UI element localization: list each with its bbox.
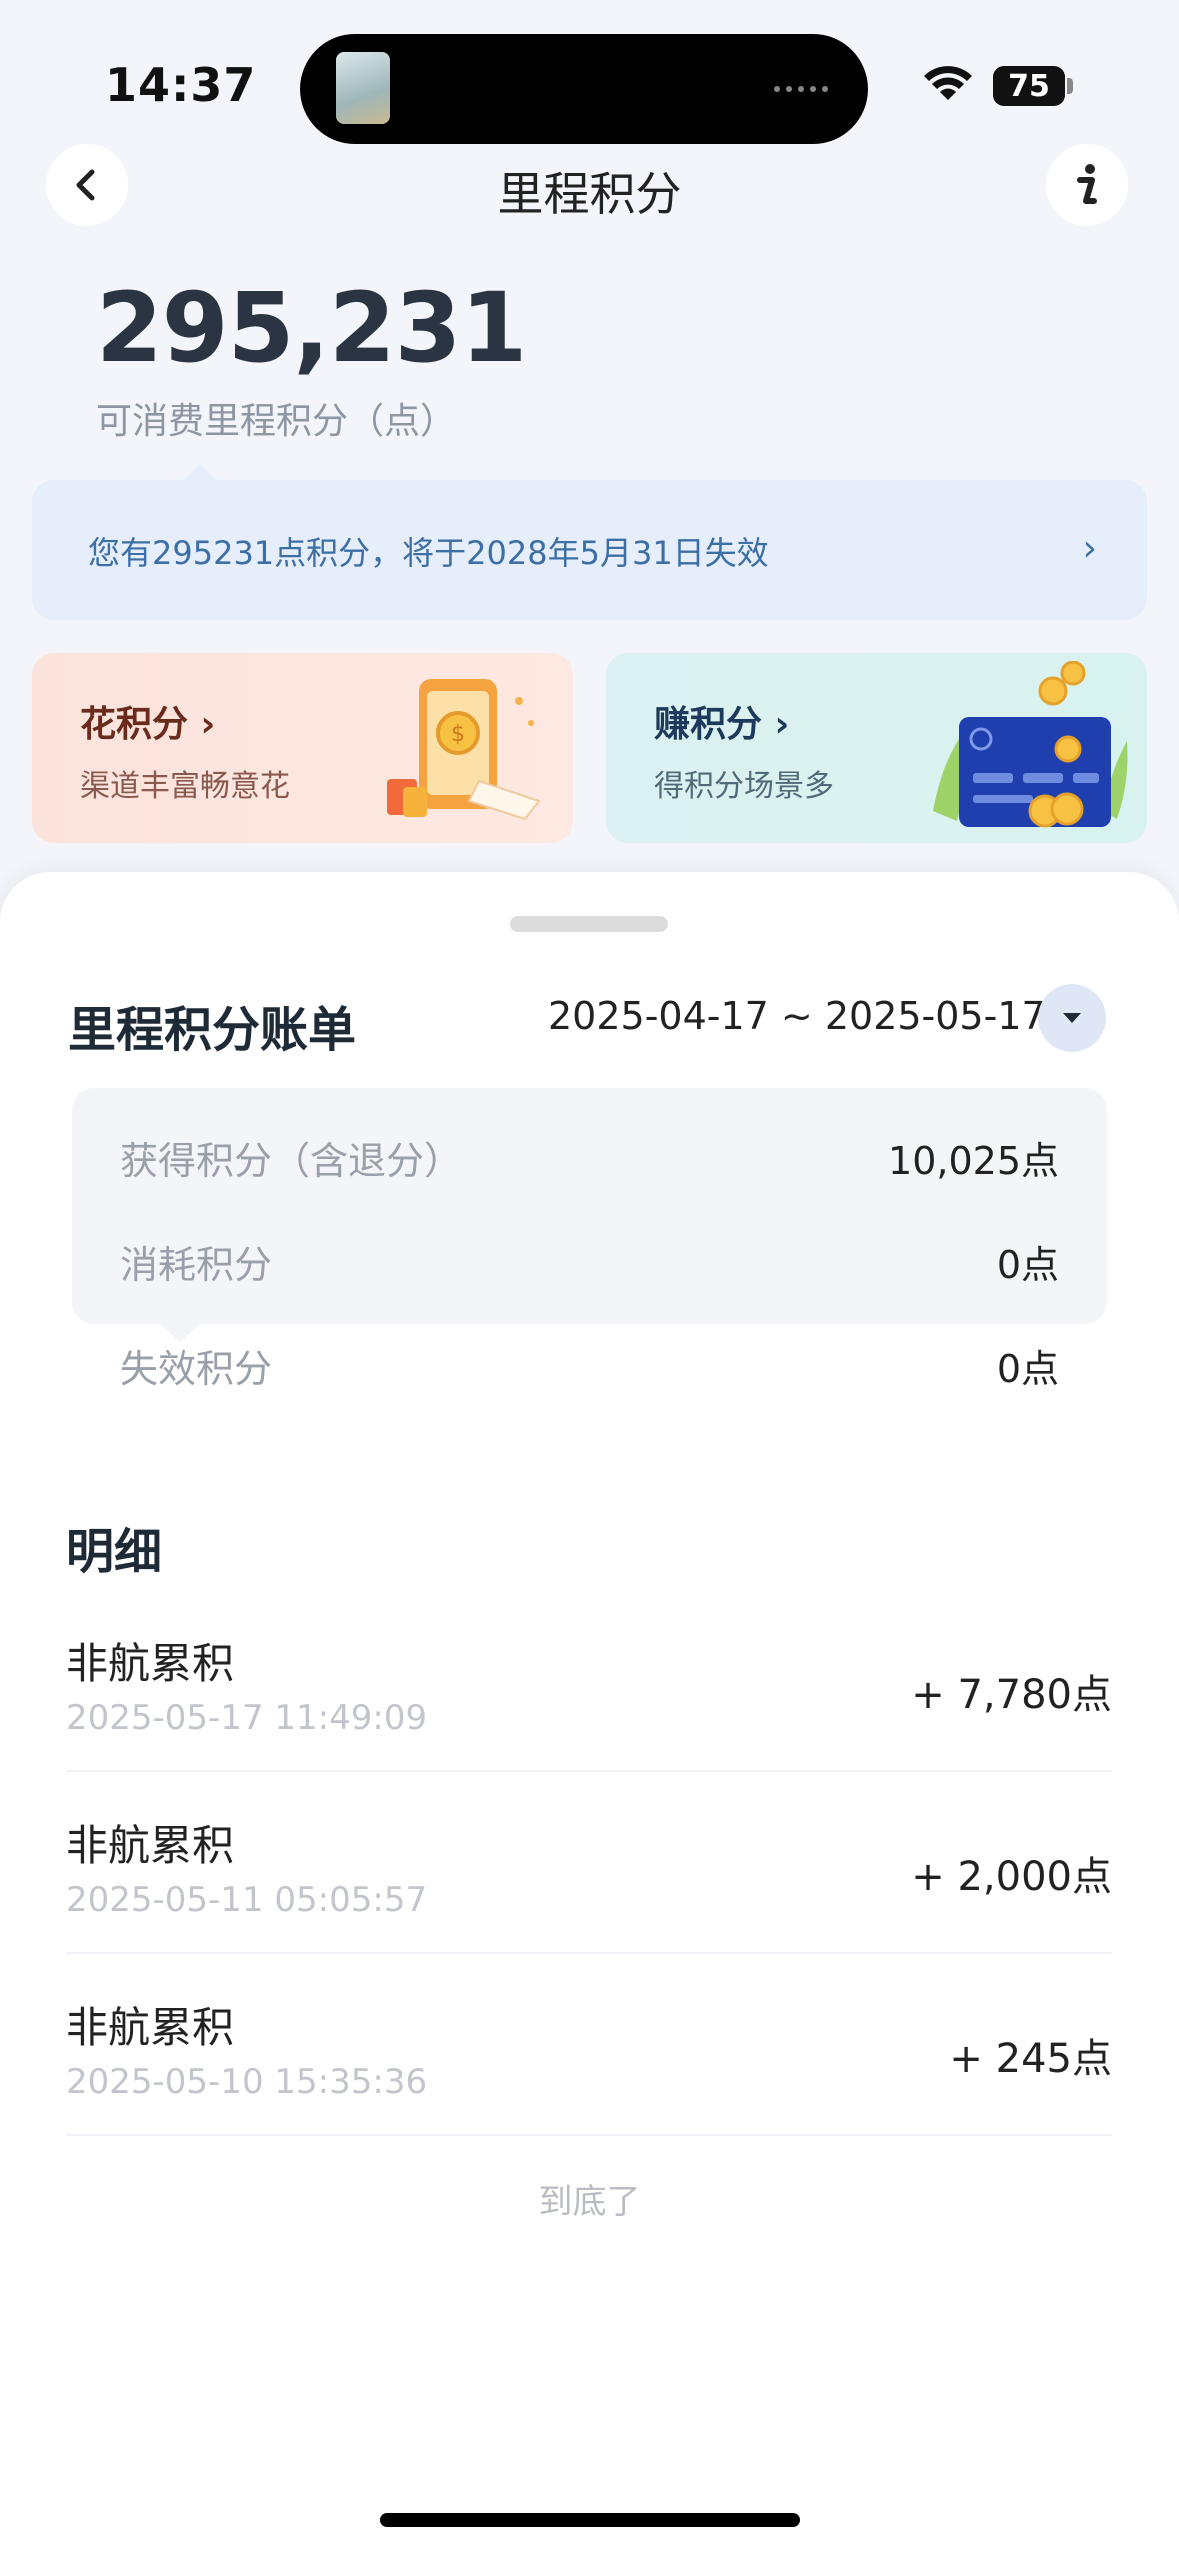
chevron-right-icon: › xyxy=(1082,528,1097,569)
date-range-label[interactable]: 2025-04-17 ~ 2025-05-17 xyxy=(548,994,1046,1038)
transaction-time: 2025-05-10 15:35:36 xyxy=(66,2062,428,2102)
bill-summary: 获得积分（含退分） 10,025点 消耗积分 0点 失效积分 0点 xyxy=(72,1088,1107,1391)
transaction-time: 2025-05-11 05:05:57 xyxy=(66,1880,428,1920)
shopping-phone-illustration: $ xyxy=(387,679,541,821)
sheet-drag-handle[interactable] xyxy=(510,916,668,932)
credit-card-coins-illustration xyxy=(933,661,1128,828)
transaction-amount: + 245点 xyxy=(949,2036,1112,2082)
transaction-row[interactable]: 非航累积 2025-05-10 15:35:36 + 245点 xyxy=(66,1954,1112,2136)
battery-tip xyxy=(1067,78,1073,94)
transaction-amount: + 2,000点 xyxy=(911,1854,1112,1900)
earn-points-subtitle: 得积分场景多 xyxy=(654,769,834,804)
spend-points-subtitle: 渠道丰富畅意花 xyxy=(80,769,290,804)
bill-title: 里程积分账单 xyxy=(68,1002,357,1058)
info-button[interactable] xyxy=(1046,144,1128,226)
summary-pointer xyxy=(160,1324,200,1342)
summary-row-earned: 获得积分（含退分） 10,025点 xyxy=(120,1130,1059,1190)
spend-points-title: 花积分 › xyxy=(80,704,216,745)
home-indicator[interactable] xyxy=(380,2513,800,2527)
earn-points-card[interactable]: 赚积分 › 得积分场景多 xyxy=(606,653,1147,843)
summary-value: 0点 xyxy=(996,1243,1059,1287)
points-balance: 295,231 xyxy=(96,272,527,384)
end-of-list-note: 到底了 xyxy=(538,2182,641,2222)
wifi-icon xyxy=(924,66,972,100)
summary-row-expired: 失效积分 0点 xyxy=(120,1338,1059,1398)
details-title: 明细 xyxy=(66,1524,163,1580)
spend-points-card[interactable]: 花积分 › 渠道丰富畅意花 $ xyxy=(32,653,573,843)
transaction-amount: + 7,780点 xyxy=(911,1672,1112,1718)
expiry-notice[interactable]: 您有295231点积分，将于2028年5月31日失效 › xyxy=(32,464,1147,620)
transaction-row[interactable]: 非航累积 2025-05-11 05:05:57 + 2,000点 xyxy=(66,1772,1112,1954)
caret-down-icon xyxy=(1063,1013,1081,1023)
info-icon xyxy=(1077,164,1097,204)
transaction-time: 2025-05-17 11:49:09 xyxy=(66,1698,428,1738)
transaction-row[interactable]: 非航累积 2025-05-17 11:49:09 + 7,780点 xyxy=(66,1590,1112,1772)
summary-value: 10,025点 xyxy=(888,1139,1059,1183)
status-bar: 14:37 75 xyxy=(0,0,1179,150)
audio-wave-icon xyxy=(774,80,838,98)
bill-sheet: 里程积分账单 2025-04-17 ~ 2025-05-17 获得积分（含退分）… xyxy=(0,872,1179,2556)
notice-pointer xyxy=(182,464,218,482)
expiry-notice-text: 您有295231点积分，将于2028年5月31日失效 xyxy=(88,534,769,572)
summary-label: 消耗积分 xyxy=(120,1243,273,1287)
battery-indicator: 75 xyxy=(993,66,1065,106)
transaction-name: 非航累积 xyxy=(66,1821,235,1870)
dynamic-island xyxy=(300,34,868,144)
status-time: 14:37 xyxy=(105,58,257,112)
transaction-name: 非航累积 xyxy=(66,2003,235,2052)
transaction-name: 非航累积 xyxy=(66,1639,235,1688)
summary-value: 0点 xyxy=(996,1347,1059,1391)
earn-points-title: 赚积分 › xyxy=(654,704,790,745)
points-balance-label: 可消费里程积分（点） xyxy=(96,401,457,442)
page-title: 里程积分 xyxy=(497,167,682,221)
svg-text:$: $ xyxy=(451,722,465,747)
summary-label: 获得积分（含退分） xyxy=(120,1139,463,1183)
now-playing-thumbnail xyxy=(336,52,390,124)
summary-row-consumed: 消耗积分 0点 xyxy=(120,1234,1059,1294)
summary-label: 失效积分 xyxy=(120,1347,273,1391)
date-range-dropdown-button[interactable] xyxy=(1038,984,1106,1052)
